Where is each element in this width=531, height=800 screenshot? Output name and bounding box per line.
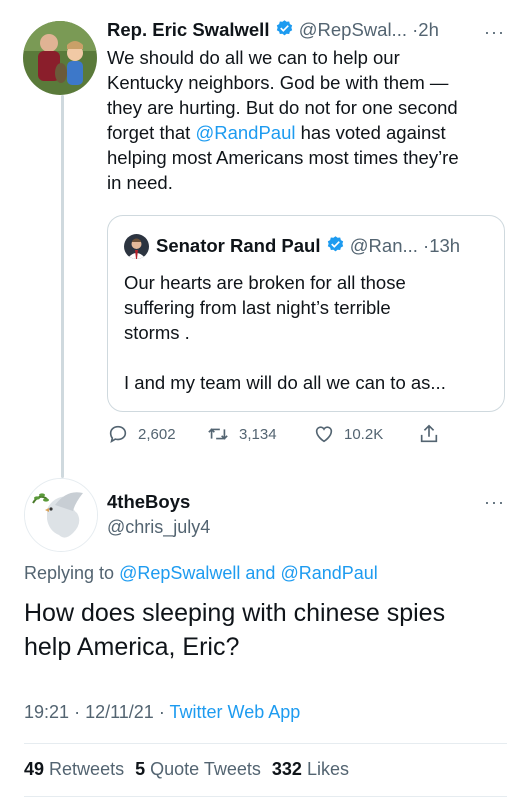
quote-author-handle: @Ran... xyxy=(349,235,418,256)
verified-badge-icon xyxy=(326,235,345,259)
reply-author-handle[interactable]: @chris_july4 xyxy=(107,517,210,538)
like-button[interactable]: 10.2K xyxy=(313,423,383,445)
tweet-line: they are hurting. But do not for one sec… xyxy=(107,97,458,118)
tweet-text-span: has voted against xyxy=(295,122,446,143)
share-icon xyxy=(420,424,438,443)
meta-separator: · xyxy=(158,702,165,722)
quote-tweet-text: Our hearts are broken for all those suff… xyxy=(124,270,494,395)
divider xyxy=(24,743,507,744)
avatar-4theboys[interactable] xyxy=(24,478,98,552)
reply-icon xyxy=(109,425,127,444)
retweet-button[interactable]: 3,134 xyxy=(206,423,277,445)
retweet-count: 3,134 xyxy=(239,425,277,443)
quote-line: suffering from last night’s terrible xyxy=(124,297,391,318)
share-button[interactable] xyxy=(418,423,449,445)
divider xyxy=(24,796,507,797)
tweet-line: We should do all we can to help our xyxy=(107,47,400,68)
quote-author-name: Senator Rand Paul xyxy=(156,235,321,256)
reply-tweet-text: How does sleeping with chinese spies hel… xyxy=(24,596,514,664)
tweet-text-span: forget that xyxy=(107,122,196,143)
reply-button[interactable]: 2,602 xyxy=(107,423,176,445)
replying-to: Replying to @RepSwalwell and @RandPaul xyxy=(24,563,378,584)
more-options-icon[interactable]: ··· xyxy=(484,492,505,513)
retweets-count: 49 xyxy=(24,759,45,779)
author-display-name[interactable]: Rep. Eric Swalwell xyxy=(107,19,269,40)
more-options-icon[interactable]: ··· xyxy=(484,22,505,43)
quote-line: Our hearts are broken for all those xyxy=(124,272,406,293)
meta-separator: · xyxy=(74,702,81,722)
quote-tweets-stat[interactable]: 5 Quote Tweets xyxy=(135,759,261,779)
likes-count: 332 xyxy=(271,759,302,779)
tweet-timestamp[interactable]: 2h xyxy=(418,19,439,40)
avatar-randpaul xyxy=(124,234,149,259)
reply-line: How does sleeping with chinese spies xyxy=(24,599,446,627)
quote-tweet-header: Senator Rand Paul @Ran... ·13h xyxy=(156,235,460,259)
like-count: 10.2K xyxy=(344,425,384,443)
quote-line: storms . xyxy=(124,322,190,343)
main-tweet-header: Rep. Eric Swalwell @RepSwal... ·2h xyxy=(107,19,439,43)
mention-link-swalwell[interactable]: @RepSwalwell xyxy=(119,563,240,583)
reply-author-name[interactable]: 4theBoys xyxy=(107,491,190,513)
retweet-icon xyxy=(208,428,228,440)
reply-date[interactable]: 12/11/21 xyxy=(85,702,154,722)
quote-line: I and my team will do all we can to as..… xyxy=(124,372,446,393)
thread-connector-line xyxy=(61,95,64,478)
author-handle[interactable]: @RepSwal... xyxy=(299,19,407,40)
engagement-stats: 49 Retweets 5 Quote Tweets 332 Likes xyxy=(24,759,349,780)
quote-timestamp: 13h xyxy=(429,235,461,256)
main-tweet-text: We should do all we can to help our Kent… xyxy=(107,45,517,195)
heart-icon xyxy=(315,426,333,443)
avatar-swalwell[interactable] xyxy=(23,21,97,95)
tweet-line: forget that @RandPaul has voted against xyxy=(107,120,517,145)
tweet-line: in need. xyxy=(107,172,173,193)
tweet-line: helping most Americans most times they’r… xyxy=(107,147,459,168)
retweets-label: Retweets xyxy=(49,759,125,779)
replying-to-and: and xyxy=(240,563,281,583)
reply-metadata: 19:21 · 12/11/21 · Twitter Web App xyxy=(24,702,300,723)
retweets-stat[interactable]: 49 Retweets xyxy=(24,759,124,779)
mention-link-randpaul[interactable]: @RandPaul xyxy=(280,563,377,583)
reply-line: help America, Eric? xyxy=(24,633,240,661)
quotes-count: 5 xyxy=(135,759,146,779)
tweet-line: Kentucky neighbors. God be with them — xyxy=(107,72,449,93)
verified-badge-icon xyxy=(275,19,294,43)
reply-count: 2,602 xyxy=(138,425,176,443)
reply-time[interactable]: 19:21 xyxy=(24,702,69,722)
mention-link[interactable]: @RandPaul xyxy=(195,122,295,143)
tweet-source-link[interactable]: Twitter Web App xyxy=(170,702,301,722)
likes-stat[interactable]: 332 Likes xyxy=(272,759,349,779)
quotes-label: Quote Tweets xyxy=(150,759,261,779)
likes-label: Likes xyxy=(306,759,349,779)
replying-to-label: Replying to xyxy=(24,563,120,583)
